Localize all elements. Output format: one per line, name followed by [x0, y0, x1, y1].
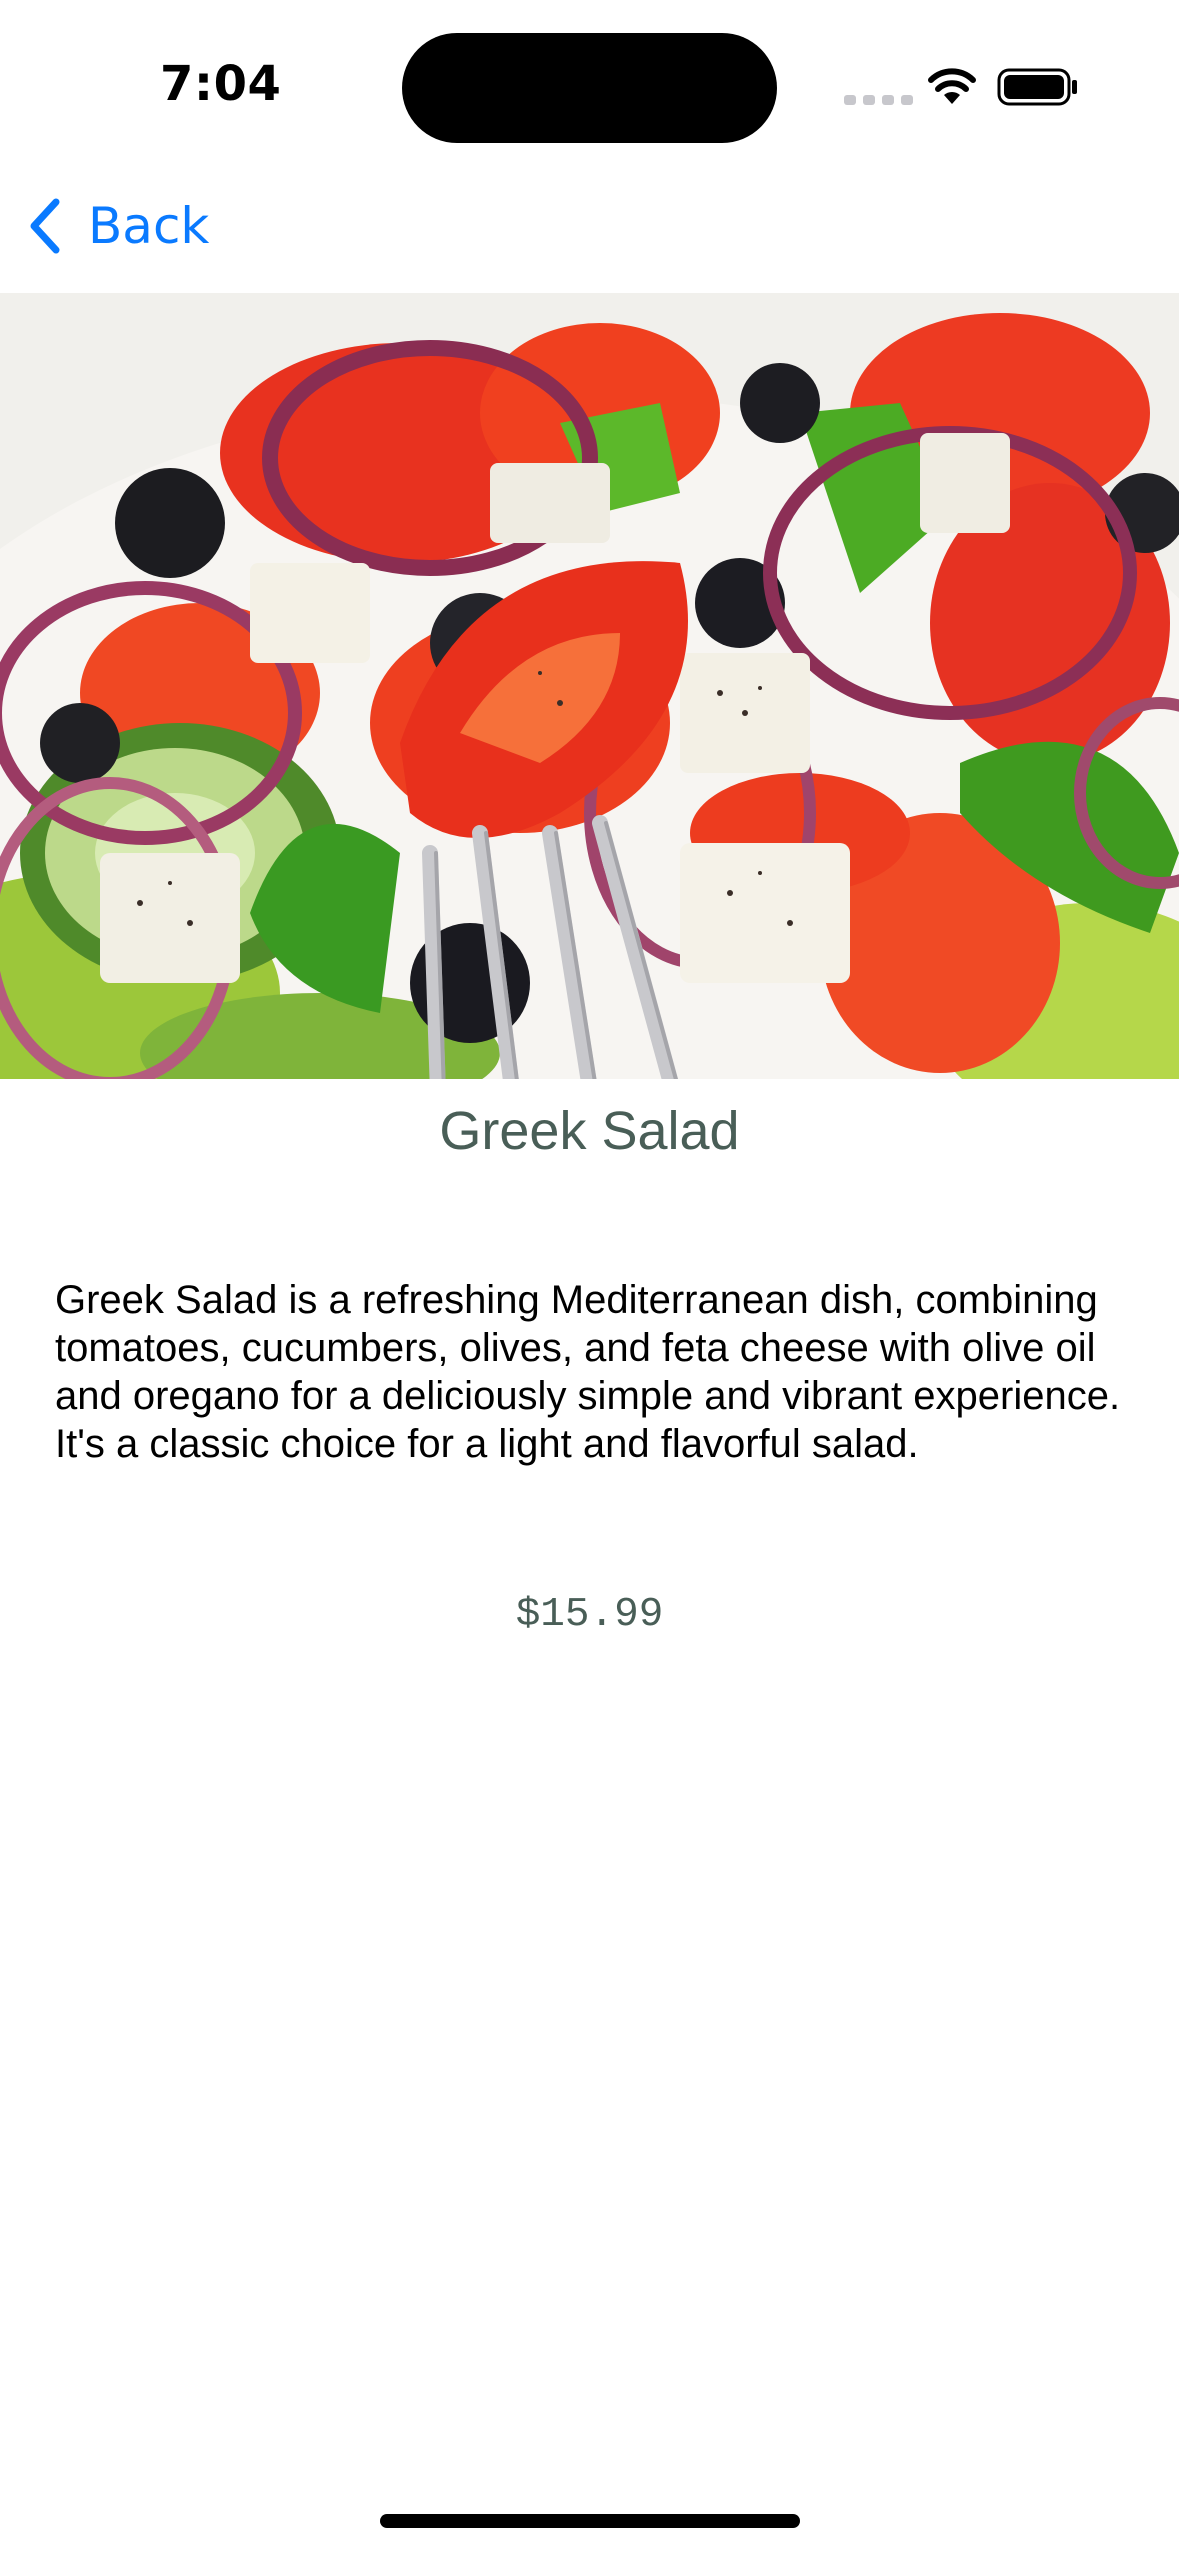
status-time: 7:04	[160, 56, 282, 112]
dynamic-island	[402, 33, 777, 143]
dish-title: Greek Salad	[439, 1101, 740, 1161]
dish-description: Greek Salad is a refreshing Mediterranea…	[55, 1278, 1121, 1466]
cellular-signal-icon	[844, 95, 913, 105]
greek-salad-photo	[0, 293, 1179, 1079]
dish-price: $15.99	[515, 1592, 664, 1638]
back-button[interactable]: Back	[24, 194, 209, 258]
dish-image	[0, 293, 1179, 1079]
wifi-icon	[928, 68, 976, 104]
back-label: Back	[88, 197, 210, 255]
home-indicator[interactable]	[380, 2514, 800, 2528]
chevron-left-icon	[30, 198, 60, 254]
battery-icon	[997, 68, 1077, 106]
